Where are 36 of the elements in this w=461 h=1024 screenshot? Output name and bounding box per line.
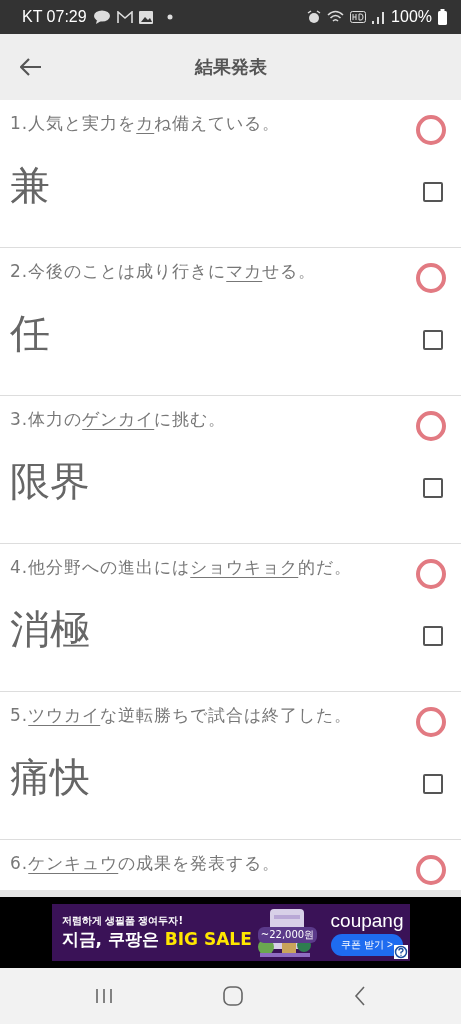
page-title: 結果発表 (194, 55, 267, 79)
answer-text: 兼 (10, 161, 50, 210)
mail-icon (116, 10, 133, 24)
help-icon[interactable] (393, 945, 408, 959)
question-sentence: 1.人気と実力を カ ね備えている。 (10, 112, 281, 135)
wifi-icon (327, 10, 345, 24)
hd-icon (350, 11, 367, 23)
chat-bubble-icon (92, 10, 111, 24)
checkbox[interactable] (423, 329, 443, 350)
brand-logo: coupang (330, 909, 404, 932)
question-sentence: 6.ケンキュウの成果を発表する。 (10, 852, 281, 875)
coupon-button[interactable]: 쿠폰 받기 > (331, 933, 403, 956)
signal-icon (372, 10, 386, 24)
checkbox[interactable] (423, 625, 443, 646)
alarm-icon (307, 10, 322, 24)
image-icon (138, 10, 153, 24)
status-time: KT 07:29 (22, 8, 87, 26)
dot-icon (166, 14, 173, 20)
checkbox[interactable] (423, 181, 443, 202)
answer-text: 痛快 (10, 753, 90, 802)
question-sentence: 4.他分野への進出には ショウキョク 的だ。 (10, 556, 353, 579)
question-sentence: 3.体力のゲンカイ に挑む。 (10, 408, 227, 431)
ad-headline: 지금, 쿠팡은 BIG SALE (61, 928, 252, 951)
ad-banner[interactable]: 저렴하게 생필품 쟁여두자! 지금, 쿠팡은 BIG SALE ~22,000원 coupang 쿠폰 받기 > (51, 904, 410, 961)
answer-text: 消極 (10, 605, 90, 654)
price-badge: ~22,000원 (257, 926, 318, 943)
answer-text: 任 (10, 309, 50, 358)
question-sentence: 5.ツウカイ な逆転勝ちで試合は終了した。 (10, 704, 353, 727)
question-sentence: 2.今後のことは成り行きにマカせる。 (10, 260, 317, 283)
battery-icon (438, 9, 447, 25)
checkbox[interactable] (423, 773, 443, 794)
ad-tagline: 저렴하게 생필품 쟁여두자! (61, 914, 185, 928)
battery-percent: 100% (391, 8, 432, 26)
back-arrow-icon[interactable] (20, 58, 42, 76)
checkbox[interactable] (423, 477, 443, 498)
answer-text: 限界 (10, 457, 90, 506)
